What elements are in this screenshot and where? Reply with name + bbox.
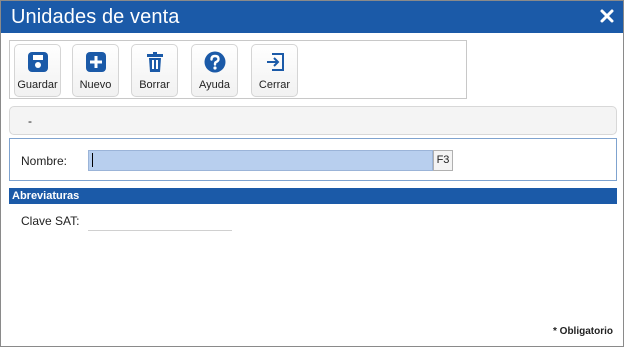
form-panel: Nombre: F3	[9, 138, 617, 181]
save-button[interactable]: Guardar	[14, 44, 61, 97]
delete-button[interactable]: Borrar	[131, 44, 178, 97]
exit-icon	[264, 51, 286, 73]
new-label: Nuevo	[79, 79, 112, 91]
window-title: Unidades de venta	[11, 6, 180, 28]
title-bar: Unidades de venta	[1, 1, 623, 33]
clave-sat-input[interactable]	[88, 210, 232, 231]
trash-icon	[144, 51, 166, 73]
close-label: Cerrar	[258, 79, 291, 91]
clave-sat-label: Clave SAT:	[21, 214, 80, 228]
toolbar: Guardar Nuevo Borrar Ayuda Cerrar	[9, 40, 467, 99]
close-button[interactable]: Cerrar	[251, 44, 298, 97]
save-label: Guardar	[17, 79, 58, 91]
plus-icon	[85, 51, 107, 73]
section-header: Abreviaturas	[9, 188, 617, 204]
f3-button[interactable]: F3	[433, 150, 453, 171]
new-button[interactable]: Nuevo	[72, 44, 119, 97]
close-icon[interactable]	[599, 7, 615, 25]
info-text: -	[28, 114, 32, 128]
dialog-window: Unidades de venta Guardar Nuevo Borrar A…	[0, 0, 624, 347]
nombre-label: Nombre:	[21, 154, 68, 168]
nombre-input[interactable]	[88, 150, 433, 171]
help-button[interactable]: Ayuda	[191, 44, 238, 97]
delete-label: Borrar	[139, 79, 170, 91]
save-icon	[27, 51, 49, 73]
help-label: Ayuda	[199, 79, 230, 91]
help-icon	[204, 51, 226, 73]
text-caret	[92, 153, 93, 167]
info-bar: -	[9, 106, 617, 135]
required-note: * Obligatorio	[553, 326, 613, 337]
